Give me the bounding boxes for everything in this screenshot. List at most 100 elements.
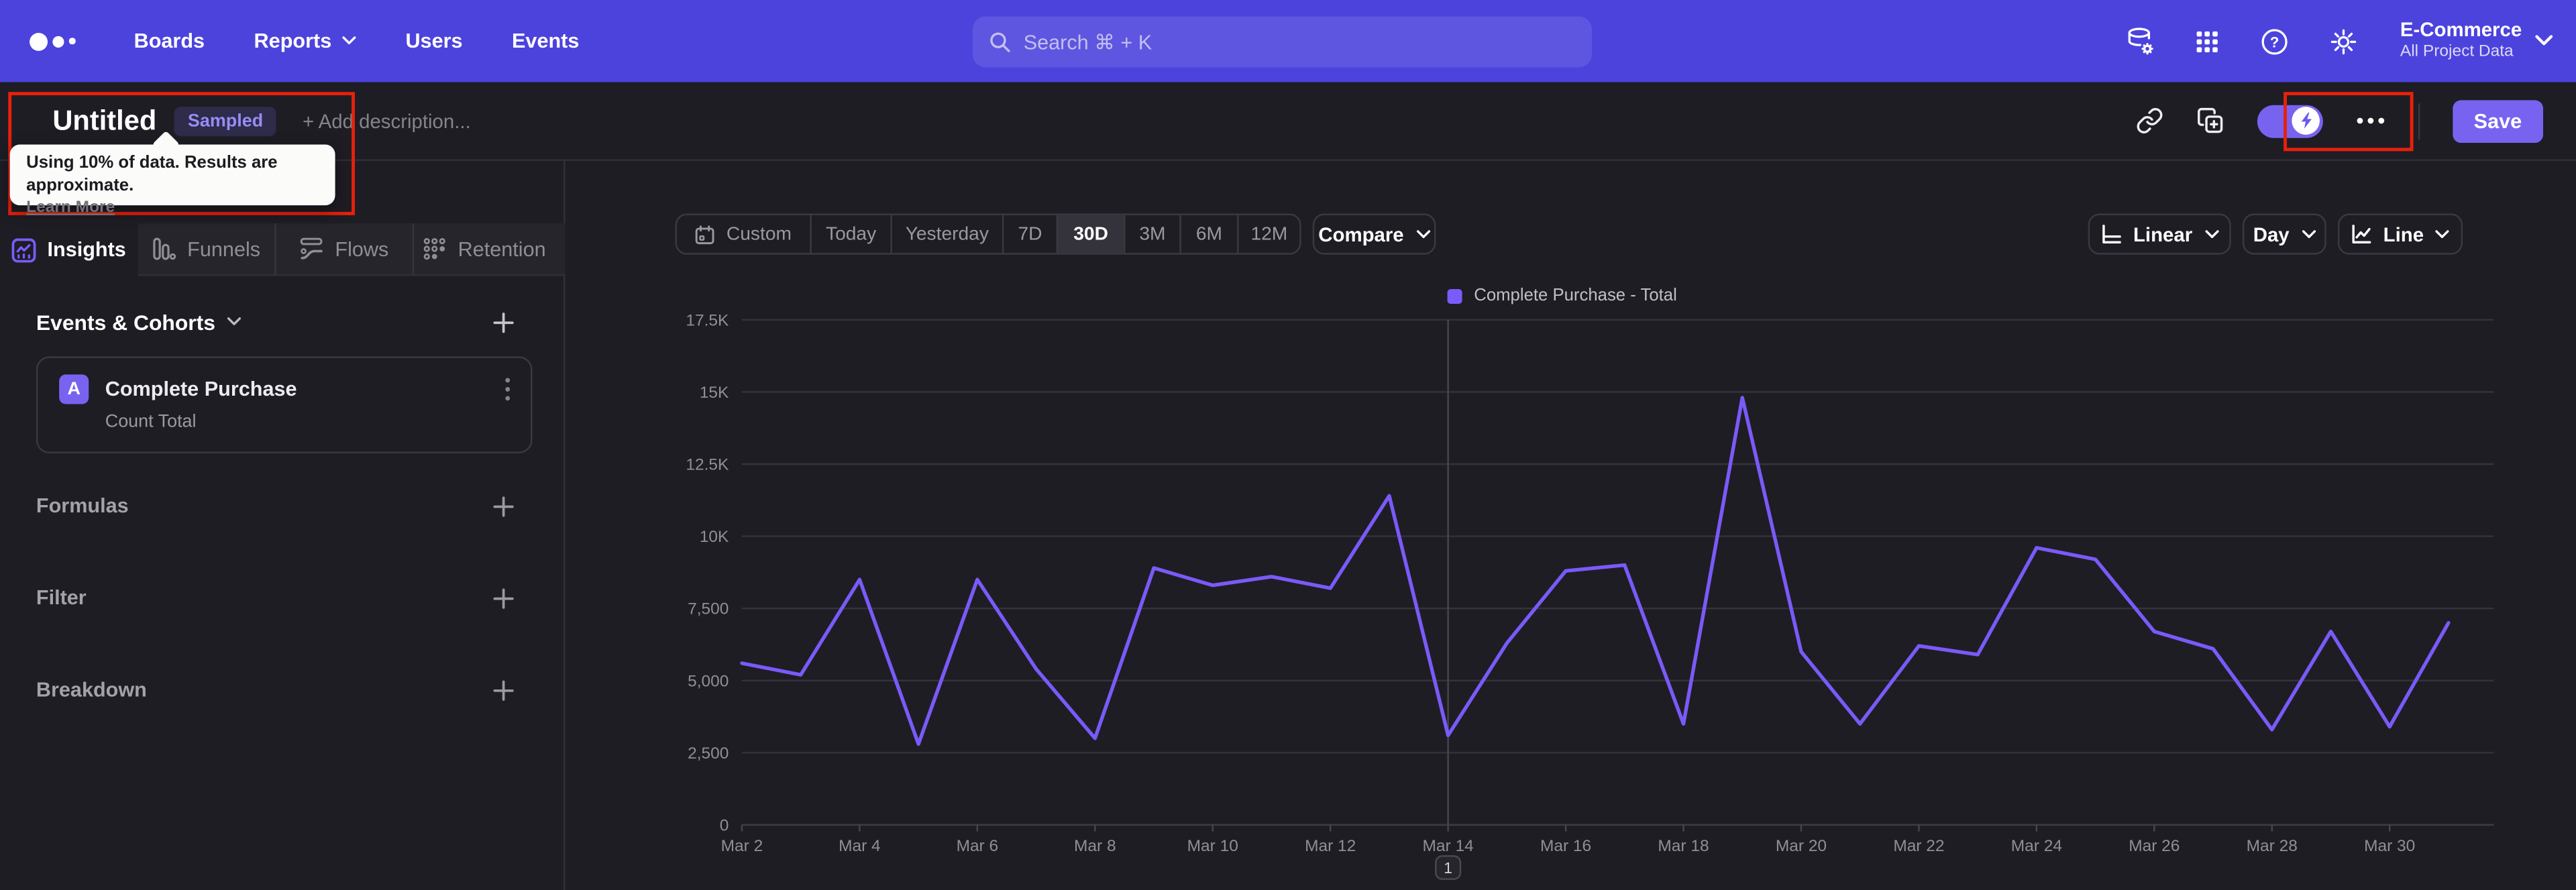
search-icon [990,32,1010,52]
nav-item-label: Events [512,30,580,53]
project-name: E-Commerce [2400,18,2522,42]
section-label: Events & Cohorts [36,309,216,335]
report-title[interactable]: Untitled [52,105,156,137]
scale-selector[interactable]: Linear [2088,213,2231,255]
settings-gear-icon[interactable] [2328,25,2359,57]
line-chart-icon [2351,225,2371,243]
nav-item-users[interactable]: Users [405,30,462,52]
funnels-icon [153,237,176,260]
range-label: 30D [1073,224,1108,244]
event-card[interactable]: A Complete Purchase Count Total [36,356,533,453]
range-7d[interactable]: 7D [1002,215,1057,254]
more-options-icon[interactable] [2355,117,2385,125]
apps-grid-icon[interactable] [2193,27,2221,55]
nav-item-boards[interactable]: Boards [134,30,205,52]
range-12m[interactable]: 12M [1237,215,1299,254]
mixpanel-logo-icon[interactable] [30,32,75,50]
left-panel: Insights Funnels Flows Retention Events … [0,161,566,890]
events-cohorts-toggle[interactable]: Events & Cohorts [36,309,241,335]
report-type-tabs: Insights Funnels Flows Retention [0,223,566,276]
chevron-down-icon [2436,229,2450,237]
report-actions: Save [2135,99,2544,142]
sampling-tooltip: Using 10% of data. Results are approxima… [9,130,335,217]
event-menu-icon[interactable] [504,376,511,402]
chart-type-selector[interactable]: Line [2337,213,2463,255]
tab-retention[interactable]: Retention [411,223,555,276]
range-today[interactable]: Today [810,215,890,254]
add-breakdown-button[interactable] [493,679,515,701]
formulas-section: Formulas [0,490,564,522]
section-label: Breakdown [36,678,147,702]
range-30d[interactable]: 30D [1056,215,1124,254]
add-to-board-icon[interactable] [2196,107,2224,135]
svg-text:10K: 10K [700,528,729,546]
tab-flows[interactable]: Flows [274,223,412,276]
date-range-control: Custom Today Yesterday 7D 30D 3M 6M 12M [675,213,1301,255]
svg-text:Mar 4: Mar 4 [839,837,881,855]
compare-label: Compare [1318,222,1404,246]
event-letter-badge: A [59,374,89,404]
svg-text:Mar 2: Mar 2 [721,837,763,855]
svg-text:2,500: 2,500 [688,744,729,763]
svg-text:7,500: 7,500 [688,600,729,618]
help-icon[interactable]: ? [2259,25,2290,57]
tooltip-text: Using 10% of data. Results are approxima… [26,152,278,195]
nav-item-label: Users [405,30,463,53]
range-custom[interactable]: Custom [677,215,810,253]
top-nav: Boards Reports Users Events Search ⌘ + K… [0,0,2576,82]
chevron-down-icon [1415,229,1430,237]
tab-insights[interactable]: Insights [0,223,138,276]
lightning-bolt-icon [2301,112,2312,129]
svg-text:15K: 15K [700,384,729,402]
data-management-icon[interactable] [2124,25,2155,57]
insights-icon [11,237,36,262]
add-formula-button[interactable] [493,495,515,516]
range-label: Today [825,224,877,244]
project-selector[interactable]: E-Commerce All Project Data [2400,18,2553,62]
sampled-badge[interactable]: Sampled [174,105,276,136]
tab-funnels[interactable]: Funnels [137,223,274,276]
add-filter-button[interactable] [493,588,515,609]
add-event-button[interactable] [493,311,515,333]
chart-type-label: Line [2383,222,2424,246]
line-chart[interactable]: 0 2,500 5,000 7,500 10K 12.5K 15K 17.5K Mar 2 Mar… [567,299,2576,890]
range-label: Yesterday [905,224,989,244]
retention-icon [423,237,445,260]
range-yesterday[interactable]: Yesterday [890,215,1002,254]
range-3m[interactable]: 3M [1124,215,1179,254]
svg-text:Mar 30: Mar 30 [2364,837,2415,855]
svg-text:Mar 10: Mar 10 [1187,837,1238,855]
nav-item-events[interactable]: Events [512,30,579,52]
event-name[interactable]: Complete Purchase [105,378,297,400]
nav-menu: Boards Reports Users Events [134,30,580,52]
nav-item-reports[interactable]: Reports [254,30,356,52]
filter-section: Filter [0,581,564,614]
tab-label: Retention [458,237,546,261]
compare-button[interactable]: Compare [1312,213,1436,255]
event-metric[interactable]: Count Total [105,412,511,432]
divider [2418,103,2420,139]
events-cohorts-header: Events & Cohorts [0,306,564,339]
svg-text:0: 0 [720,816,729,834]
save-button[interactable]: Save [2452,99,2544,142]
chevron-down-icon [2204,229,2218,237]
add-description[interactable]: + Add description... [303,109,471,132]
tab-label: Funnels [187,237,261,261]
sampling-toggle[interactable] [2257,104,2323,137]
svg-text:Mar 28: Mar 28 [2247,837,2298,855]
chevron-down-icon [341,36,356,45]
svg-text:?: ? [2270,33,2279,50]
granularity-selector[interactable]: Day [2242,213,2326,255]
tab-label: Insights [47,238,126,262]
range-label: 6M [1195,224,1223,244]
search-input[interactable]: Search ⌘ + K [972,16,1593,68]
svg-text:Mar 18: Mar 18 [1658,837,1709,855]
svg-text:Mar 14: Mar 14 [1423,837,1474,855]
range-6m[interactable]: 6M [1179,215,1237,254]
svg-text:Mar 22: Mar 22 [1893,837,1944,855]
copy-link-icon[interactable] [2135,107,2163,135]
breakdown-section: Breakdown [0,673,564,706]
learn-more-link[interactable]: Learn More [26,198,319,221]
query-builder: Events & Cohorts A Complete Purchase Cou… [0,276,564,706]
chevron-down-icon [227,317,241,325]
